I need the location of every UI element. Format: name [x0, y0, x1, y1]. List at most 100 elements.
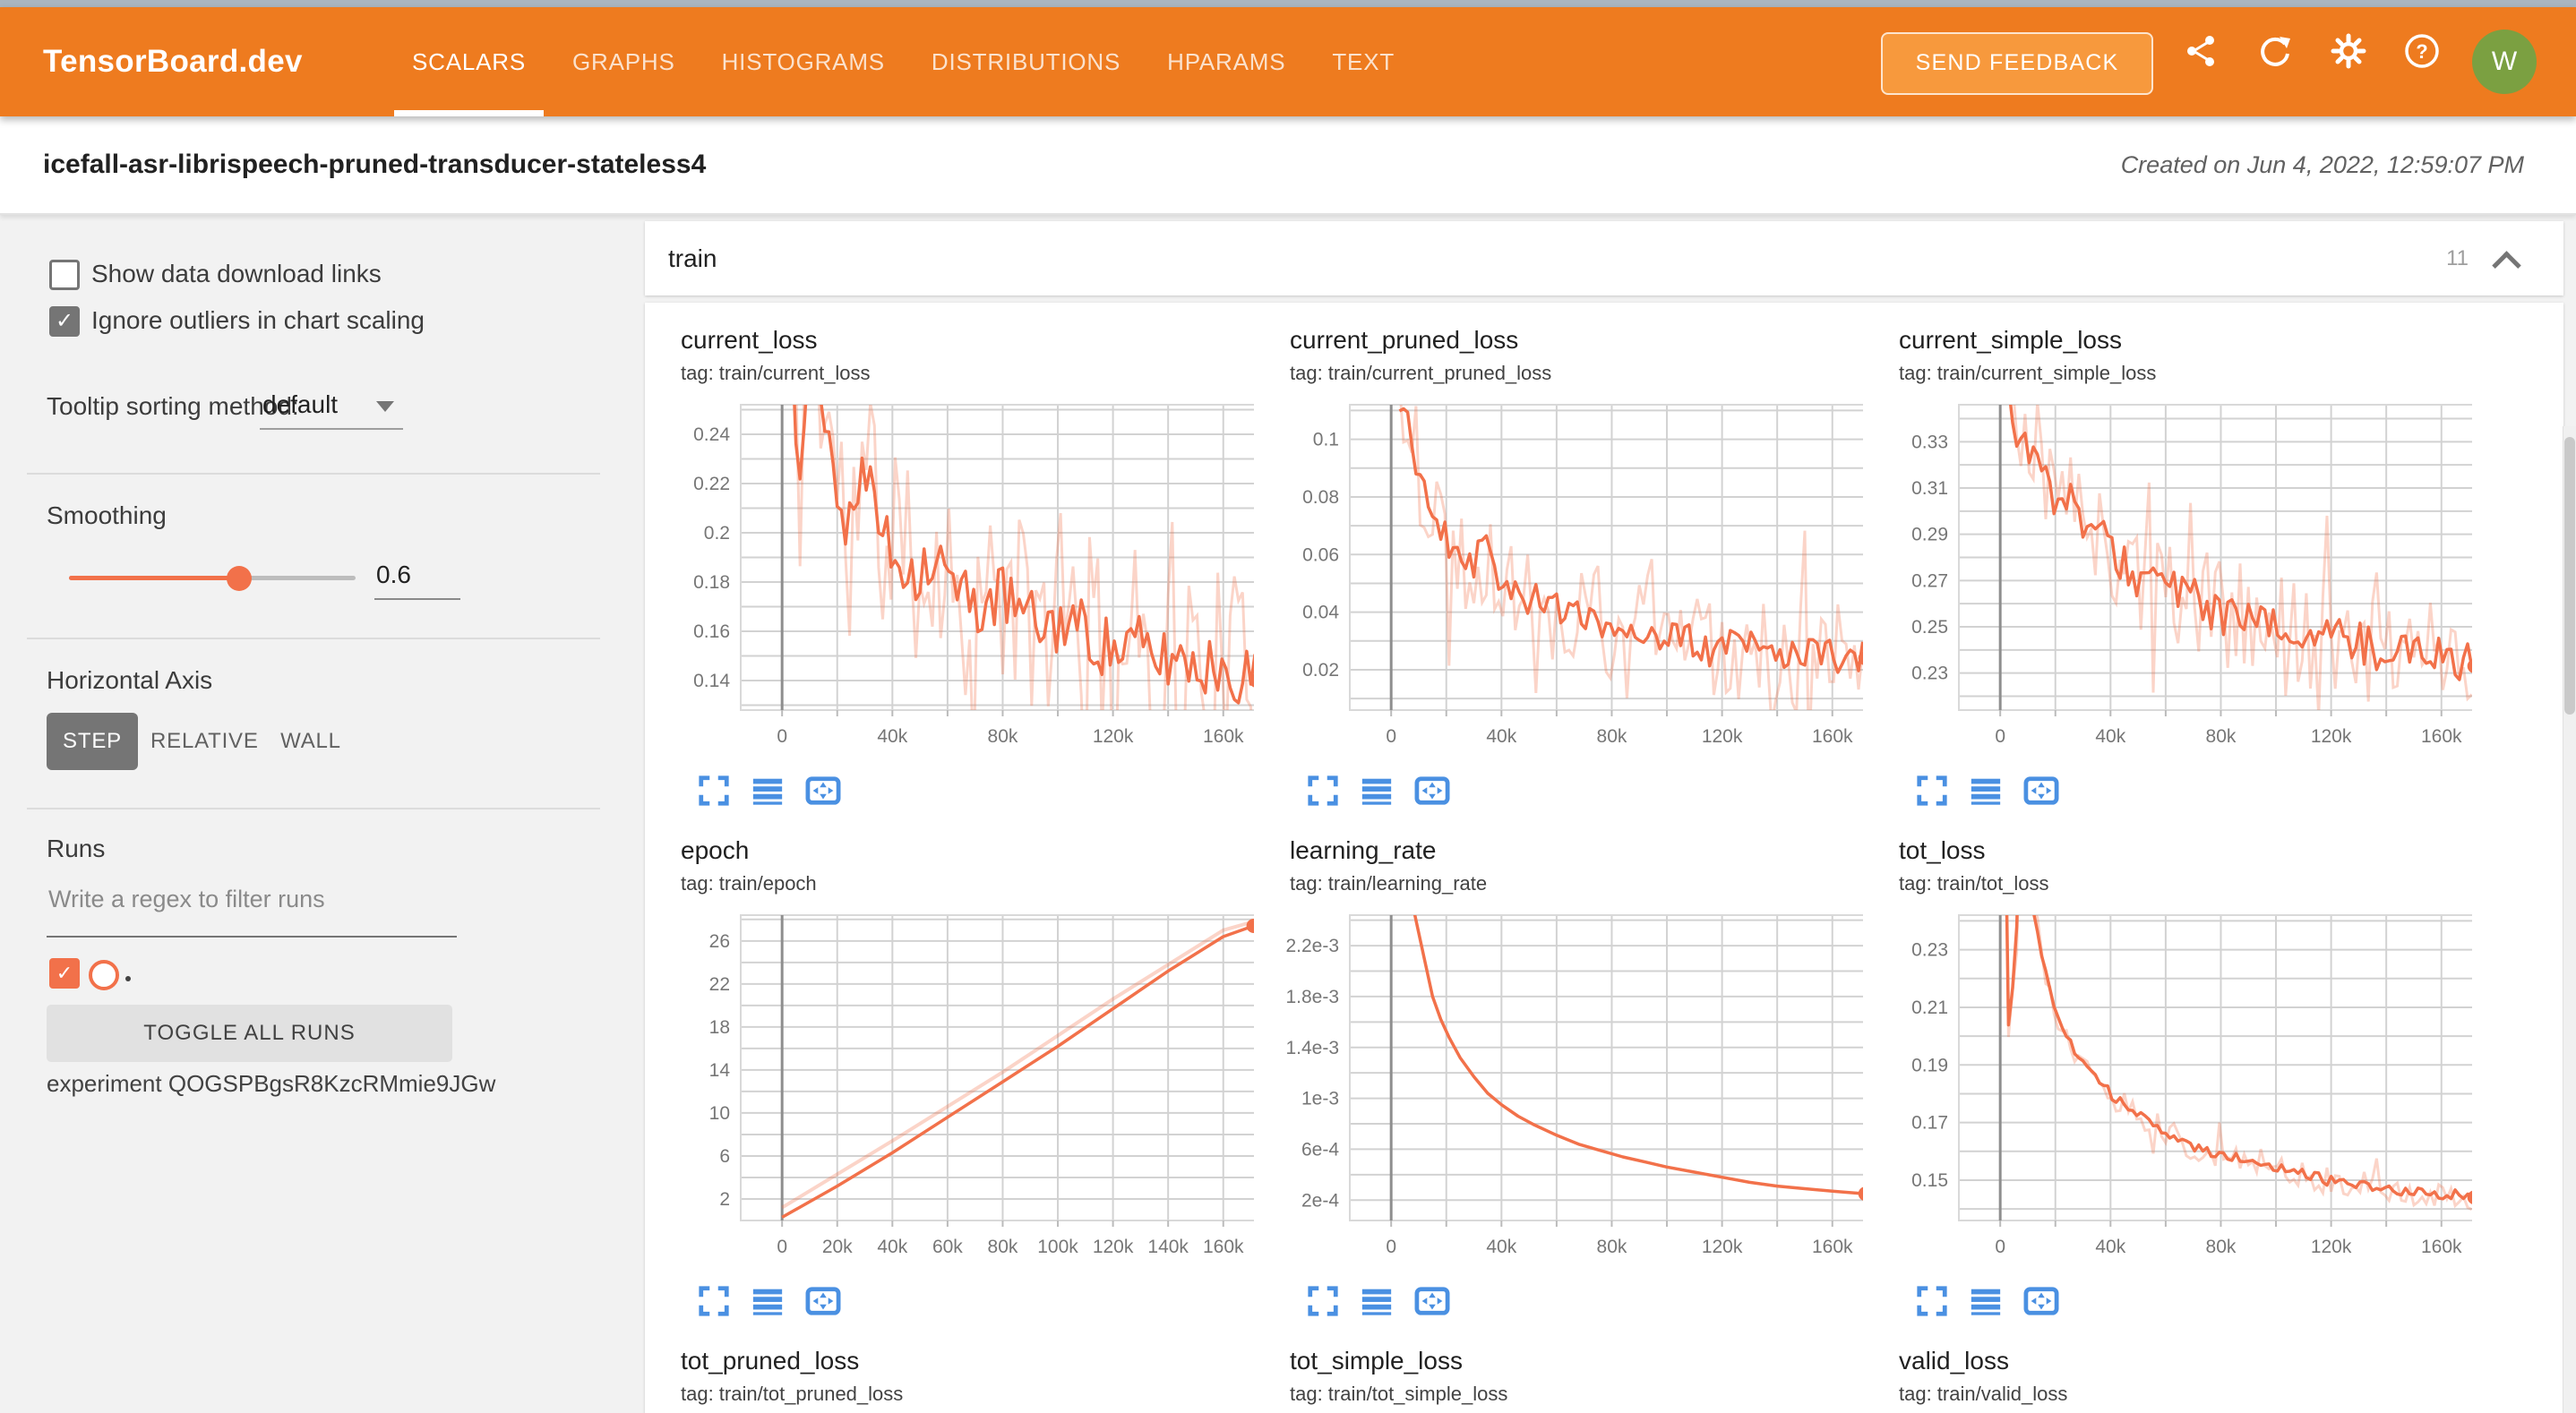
chart-plot[interactable]: 020k40k60k80k100k120k140k160k26101418222…: [663, 833, 1254, 1334]
ignore-outliers-checkbox[interactable]: ✓: [49, 306, 80, 337]
refresh-icon[interactable]: [2255, 31, 2295, 71]
svg-text:0.31: 0.31: [1911, 478, 1948, 499]
header-icons: ?: [2182, 31, 2442, 71]
tab-distributions[interactable]: DISTRIBUTIONS: [908, 7, 1144, 116]
fit-domain-icon[interactable]: [1413, 1284, 1451, 1318]
chart-epoch: epochtag: train/epoch020k40k60k80k100k12…: [663, 833, 1254, 1334]
divider: [27, 473, 600, 475]
chart-tag: tag: train/valid_loss: [1899, 1383, 2067, 1406]
expand-icon[interactable]: [1306, 774, 1340, 808]
fit-domain-icon[interactable]: [804, 1284, 842, 1318]
train-section-header[interactable]: train 11: [645, 221, 2563, 295]
chart-plot[interactable]: 040k80k120k160k0.150.170.190.210.23: [1881, 833, 2472, 1334]
expand-icon[interactable]: [1915, 1284, 1949, 1318]
expand-icon[interactable]: [697, 1284, 731, 1318]
fit-domain-icon[interactable]: [1413, 774, 1451, 808]
tab-hparams[interactable]: HPARAMS: [1144, 7, 1309, 116]
show-download-links-checkbox[interactable]: [49, 260, 80, 290]
chart-plot[interactable]: 040k80k120k160k0.230.250.270.290.310.33: [1881, 322, 2472, 824]
svg-text:0: 0: [777, 1237, 787, 1257]
data-table-icon[interactable]: [1360, 1284, 1394, 1318]
svg-text:26: 26: [709, 931, 730, 952]
scrollbar-thumb[interactable]: [2564, 437, 2575, 715]
chart-plot[interactable]: 040k80k120k160k0.020.040.060.080.1: [1272, 322, 1863, 824]
svg-text:0.2: 0.2: [704, 523, 730, 544]
svg-text:0.14: 0.14: [693, 671, 730, 691]
data-table-icon[interactable]: [1360, 774, 1394, 808]
chart-current_loss: current_losstag: train/current_loss040k8…: [663, 322, 1254, 824]
svg-text:0.24: 0.24: [693, 424, 730, 445]
chevron-down-icon[interactable]: [376, 401, 394, 412]
axis-option-wall[interactable]: WALL: [272, 713, 349, 770]
runs-filter-input[interactable]: [47, 885, 458, 914]
tab-text[interactable]: TEXT: [1309, 7, 1418, 116]
svg-text:0.02: 0.02: [1302, 660, 1339, 681]
expand-icon[interactable]: [1915, 774, 1949, 808]
svg-text:?: ?: [2416, 40, 2427, 63]
chart-title: tot_simple_loss: [1290, 1347, 1463, 1375]
tab-graphs[interactable]: GRAPHS: [549, 7, 699, 116]
svg-text:160k: 160k: [2421, 1237, 2462, 1257]
chart-toolbar: [697, 774, 842, 808]
svg-text:0.16: 0.16: [693, 621, 730, 642]
svg-text:2.2e-3: 2.2e-3: [1285, 936, 1339, 956]
svg-text:18: 18: [709, 1017, 730, 1038]
fit-domain-icon[interactable]: [2022, 1284, 2060, 1318]
svg-text:0.08: 0.08: [1302, 487, 1339, 508]
chart-title: epoch: [681, 836, 749, 865]
svg-text:1.4e-3: 1.4e-3: [1285, 1038, 1339, 1058]
svg-text:0.27: 0.27: [1911, 570, 1948, 591]
data-table-icon[interactable]: [751, 1284, 785, 1318]
svg-text:0.19: 0.19: [1911, 1055, 1948, 1075]
train-section-title: train: [668, 221, 717, 295]
axis-option-relative[interactable]: RELATIVE: [150, 713, 254, 770]
share-icon[interactable]: [2182, 31, 2221, 71]
chart-title: current_loss: [681, 326, 818, 355]
chart-toolbar: [697, 1284, 842, 1318]
svg-text:80k: 80k: [1597, 726, 1627, 747]
chart-plot[interactable]: 040k80k120k160k0.140.160.180.20.220.24: [663, 322, 1254, 824]
runs-label: Runs: [47, 835, 105, 863]
settings-icon[interactable]: [2329, 31, 2368, 71]
chart-title: current_simple_loss: [1899, 326, 2122, 355]
axis-option-step[interactable]: STEP: [47, 713, 138, 770]
chart-current_pruned_loss: current_pruned_losstag: train/current_pr…: [1272, 322, 1863, 824]
svg-text:80k: 80k: [988, 726, 1018, 747]
smoothing-value[interactable]: 0.6: [376, 561, 411, 589]
fit-domain-icon[interactable]: [804, 774, 842, 808]
svg-text:0.04: 0.04: [1302, 603, 1339, 623]
smoothing-label: Smoothing: [47, 501, 167, 530]
svg-text:160k: 160k: [1812, 1237, 1853, 1257]
run-color-swatch[interactable]: [89, 960, 119, 990]
help-icon[interactable]: ?: [2402, 31, 2442, 71]
svg-text:120k: 120k: [2311, 1237, 2352, 1257]
data-table-icon[interactable]: [1969, 1284, 2003, 1318]
tooltip-sorting-select[interactable]: default: [262, 390, 338, 419]
created-timestamp: Created on Jun 4, 2022, 12:59:07 PM: [2121, 116, 2524, 213]
page-scrollbar[interactable]: [2563, 426, 2576, 1413]
tab-scalars[interactable]: SCALARS: [389, 7, 549, 116]
smoothing-slider-thumb[interactable]: [227, 566, 252, 591]
expand-icon[interactable]: [1306, 1284, 1340, 1318]
svg-text:0.15: 0.15: [1911, 1170, 1948, 1191]
data-table-icon[interactable]: [751, 774, 785, 808]
svg-text:20k: 20k: [822, 1237, 853, 1257]
chart-title: current_pruned_loss: [1290, 326, 1518, 355]
data-table-icon[interactable]: [1969, 774, 2003, 808]
tab-histograms[interactable]: HISTOGRAMS: [699, 7, 908, 116]
chart-title: learning_rate: [1290, 836, 1436, 865]
expand-icon[interactable]: [697, 774, 731, 808]
svg-text:120k: 120k: [1093, 726, 1134, 747]
collapse-chevron-icon[interactable]: [2492, 251, 2521, 280]
run-checkbox[interactable]: ✓: [49, 958, 80, 989]
chart-tot_loss: tot_losstag: train/tot_loss040k80k120k16…: [1881, 833, 2472, 1334]
fit-domain-icon[interactable]: [2022, 774, 2060, 808]
send-feedback-button[interactable]: SEND FEEDBACK: [1881, 32, 2153, 95]
svg-text:160k: 160k: [1203, 726, 1244, 747]
toggle-all-runs-button[interactable]: TOGGLE ALL RUNS: [47, 1005, 452, 1062]
ignore-outliers-label: Ignore outliers in chart scaling: [91, 306, 425, 335]
svg-text:100k: 100k: [1037, 1237, 1078, 1257]
user-avatar[interactable]: W: [2472, 30, 2537, 94]
runs-filter-underline: [47, 936, 457, 938]
chart-plot[interactable]: 040k80k120k160k2e-46e-41e-31.4e-31.8e-32…: [1272, 833, 1863, 1334]
